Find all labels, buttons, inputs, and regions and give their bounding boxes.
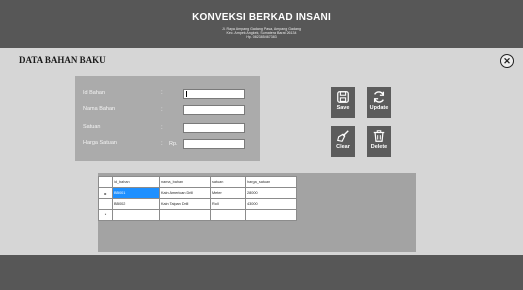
label-harga-satuan: Harga Satuan xyxy=(83,140,117,146)
broom-icon xyxy=(337,130,349,142)
colon: : xyxy=(161,90,163,96)
table-row[interactable]: ▸ BB001 Kain American Drill Meter 28000 xyxy=(98,187,297,199)
column-header[interactable]: nama_bahan xyxy=(159,176,211,188)
data-grid[interactable]: id_bahan nama_bahan satuan harga_satuan … xyxy=(98,176,297,221)
company-name: KONVEKSI BERKAD INSANI xyxy=(192,12,331,23)
grid-cell[interactable]: BB001 xyxy=(112,187,160,199)
save-label: Save xyxy=(336,105,350,111)
clear-label: Clear xyxy=(336,144,350,150)
new-row-marker: * xyxy=(98,209,113,221)
grid-cell[interactable] xyxy=(159,209,211,221)
new-row[interactable]: * xyxy=(98,209,297,221)
harga-satuan-input[interactable] xyxy=(183,139,245,149)
grid-header-row: id_bahan nama_bahan satuan harga_satuan xyxy=(98,176,297,188)
x-circle-icon: ✕ xyxy=(503,55,511,66)
table-row[interactable]: BB002 Kain Taipan Drill Roll 43000 xyxy=(98,198,297,210)
grid-cell[interactable]: Kain Taipan Drill xyxy=(159,198,211,210)
current-row-marker: ▸ xyxy=(98,187,113,199)
save-button[interactable]: Save xyxy=(331,87,355,118)
grid-cell[interactable] xyxy=(245,209,297,221)
delete-label: Delete xyxy=(370,144,388,150)
grid-cell[interactable]: 28000 xyxy=(245,187,297,199)
grid-cell[interactable]: Kain American Drill xyxy=(159,187,211,199)
save-icon xyxy=(337,91,349,103)
id-bahan-input[interactable] xyxy=(183,89,245,99)
app-header: KONVEKSI BERKAD INSANI Jl. Raya Ampang G… xyxy=(0,0,523,48)
row-header xyxy=(98,198,113,210)
text-caret xyxy=(186,91,187,97)
colon: : xyxy=(161,141,163,147)
close-button[interactable]: ✕ xyxy=(500,54,514,68)
page-title: DATA BAHAN BAKU xyxy=(19,55,106,65)
grid-cell[interactable]: BB002 xyxy=(112,198,160,210)
grid-cell[interactable]: 43000 xyxy=(245,198,297,210)
column-header[interactable]: harga_satuan xyxy=(245,176,297,188)
refresh-icon xyxy=(373,91,385,103)
satuan-input[interactable] xyxy=(183,123,245,133)
grid-cell[interactable]: Meter xyxy=(210,187,246,199)
colon: : xyxy=(161,107,163,113)
label-nama-bahan: Nama Bahan xyxy=(83,106,116,112)
update-label: Update xyxy=(369,105,389,111)
nama-bahan-input[interactable] xyxy=(183,105,245,115)
trash-icon xyxy=(373,130,385,142)
grid-cell[interactable] xyxy=(210,209,246,221)
form-panel: Id Bahan : Nama Bahan : Satuan : Harga S… xyxy=(75,76,260,161)
column-header[interactable]: satuan xyxy=(210,176,246,188)
rp-prefix: Rp. xyxy=(169,141,178,147)
app-footer xyxy=(0,255,523,290)
grid-cell[interactable] xyxy=(112,209,160,221)
column-header[interactable]: id_bahan xyxy=(112,176,160,188)
label-id-bahan: Id Bahan xyxy=(83,90,106,96)
row-header-corner xyxy=(98,176,113,188)
data-grid-panel: id_bahan nama_bahan satuan harga_satuan … xyxy=(98,173,416,252)
phone-line: Hp. 082385467383 xyxy=(246,35,277,39)
label-satuan: Satuan xyxy=(83,124,101,130)
update-button[interactable]: Update xyxy=(367,87,391,118)
clear-button[interactable]: Clear xyxy=(331,126,355,157)
delete-button[interactable]: Delete xyxy=(367,126,391,157)
grid-cell[interactable]: Roll xyxy=(210,198,246,210)
colon: : xyxy=(161,125,163,131)
